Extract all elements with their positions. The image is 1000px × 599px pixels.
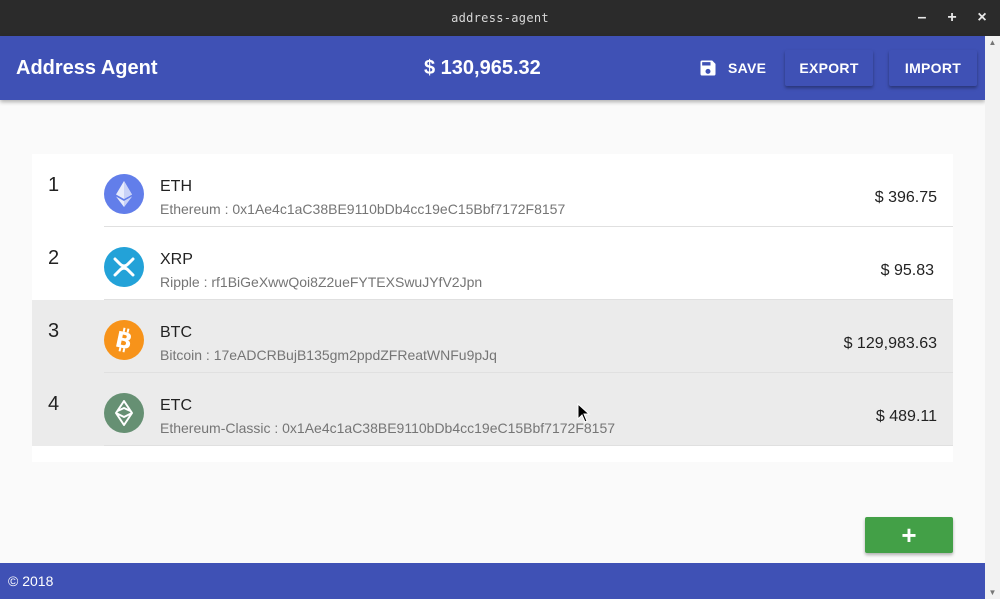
row-index: 3 xyxy=(48,320,60,342)
window-title: address-agent xyxy=(451,11,549,25)
export-button[interactable]: EXPORT xyxy=(785,50,873,86)
coin-address: Ethereum : 0x1Ae4c1aC38BE9110bDb4cc19eC1… xyxy=(160,201,566,217)
scroll-down-arrow-icon[interactable]: ▼ xyxy=(985,588,1000,597)
maximize-button[interactable]: + xyxy=(937,0,967,36)
scroll-up-arrow-icon[interactable]: ▲ xyxy=(985,38,1000,47)
app-bar: Address Agent $ 130,965.32 SAVE EXPORT I… xyxy=(0,36,985,100)
bitcoin-icon: B xyxy=(104,320,144,360)
footer: © 2018 xyxy=(0,563,985,599)
mouse-cursor-icon xyxy=(577,403,591,423)
ripple-icon xyxy=(104,247,144,287)
window-titlebar: address-agent – + × xyxy=(0,0,1000,36)
portfolio-total: $ 130,965.32 xyxy=(424,57,541,79)
ethereum-icon xyxy=(104,174,144,214)
save-button[interactable]: SAVE xyxy=(690,50,774,86)
minimize-button[interactable]: – xyxy=(907,0,937,36)
row-index: 4 xyxy=(48,393,60,415)
ethereum-classic-icon xyxy=(104,393,144,433)
wallet-row[interactable]: 2 XRP Ripple : rf1BiGeXwwQoi8Z2ueFYTEXSw… xyxy=(32,227,953,300)
wallet-list: 1 ETH Ethereum : 0x1Ae4c1aC38BE9110bDb4c… xyxy=(32,154,953,462)
add-wallet-button[interactable]: + xyxy=(865,517,953,553)
coin-symbol: XRP xyxy=(160,251,193,268)
coin-symbol: ETH xyxy=(160,178,192,195)
coin-symbol: ETC xyxy=(160,397,192,414)
wallet-row[interactable]: 1 ETH Ethereum : 0x1Ae4c1aC38BE9110bDb4c… xyxy=(32,154,953,227)
divider xyxy=(104,445,953,446)
coin-address: Ethereum-Classic : 0x1Ae4c1aC38BE9110bDb… xyxy=(160,420,616,436)
coin-value: $ 95.83 xyxy=(880,262,934,279)
coin-value: $ 489.11 xyxy=(875,408,937,425)
row-index: 2 xyxy=(48,247,60,269)
import-button[interactable]: IMPORT xyxy=(889,50,977,86)
coin-address: Bitcoin : 17eADCRBujB135gm2ppdZFReatWNFu… xyxy=(160,347,497,363)
app-title: Address Agent xyxy=(16,57,158,79)
coin-value: $ 129,983.63 xyxy=(843,335,937,352)
wallet-row[interactable]: 3 B BTC Bitcoin : 17eADCRBujB135gm2ppdZF… xyxy=(32,300,953,373)
scrollbar[interactable]: ▲ ▼ xyxy=(985,36,1000,599)
close-button[interactable]: × xyxy=(967,0,997,36)
wallet-row[interactable]: 4 ETC Ethereum-Classic : 0x1Ae4c1aC38BE9… xyxy=(32,373,953,446)
copyright-text: © 2018 xyxy=(8,573,54,589)
coin-symbol: BTC xyxy=(160,324,192,341)
row-index: 1 xyxy=(48,174,60,196)
coin-address: Ripple : rf1BiGeXwwQoi8Z2ueFYTEXSwuJYfV2… xyxy=(160,274,483,290)
coin-value: $ 396.75 xyxy=(874,189,937,206)
save-label: SAVE xyxy=(728,60,767,76)
floppy-disk-icon xyxy=(700,60,716,76)
